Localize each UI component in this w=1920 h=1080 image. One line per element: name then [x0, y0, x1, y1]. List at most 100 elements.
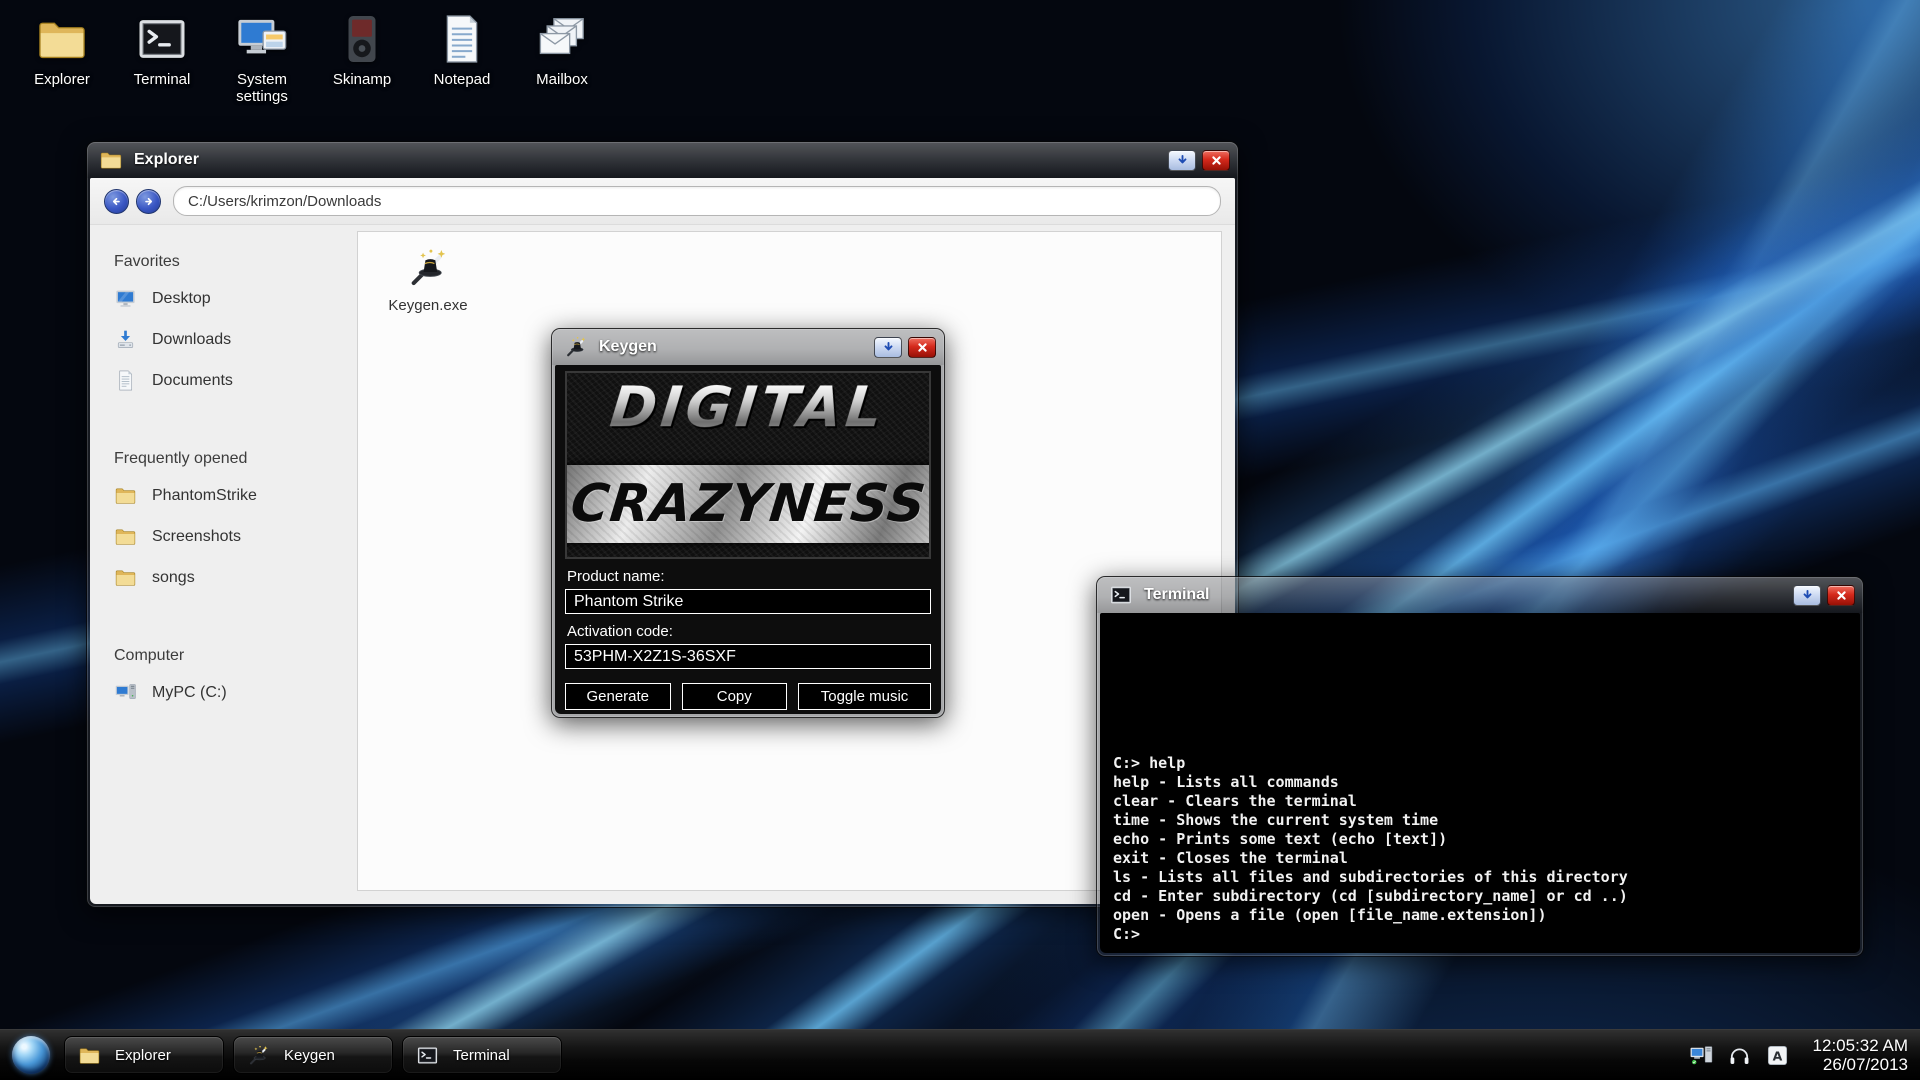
minimize-button[interactable] — [874, 337, 902, 358]
keygen-logo-banner: CRAZYNESS — [565, 465, 931, 543]
keygen-button-toggle-music[interactable]: Toggle music — [798, 683, 931, 710]
system-tray: 12:05:32 AM 26/07/2013 — [1676, 1036, 1908, 1074]
sidebar-computer-list: MyPC (C:) — [114, 681, 357, 704]
address-bar[interactable] — [173, 186, 1221, 216]
terminal-line: echo - Prints some text (echo [text]) — [1113, 830, 1847, 849]
desktop-icon-terminal[interactable]: Terminal — [112, 12, 212, 105]
notepad-icon — [435, 12, 489, 66]
terminal-line: ls - Lists all files and subdirectories … — [1113, 868, 1847, 887]
desktop-icon-notepad[interactable]: Notepad — [412, 12, 512, 105]
sidebar-item-screenshots[interactable]: Screenshots — [114, 525, 357, 548]
file-item-label: Keygen.exe — [388, 297, 467, 314]
sidebar-item-desktop[interactable]: Desktop — [114, 287, 357, 310]
keygen-button-generate[interactable]: Generate — [565, 683, 671, 710]
keygen-button-copy[interactable]: Copy — [682, 683, 788, 710]
sidebar-item-label: songs — [152, 569, 195, 587]
network-computer-icon[interactable] — [1689, 1043, 1714, 1068]
start-orb-icon[interactable] — [12, 1036, 50, 1074]
close-icon — [1209, 153, 1224, 168]
desktop-icon-explorer[interactable]: Explorer — [12, 12, 112, 105]
sidebar-item-label: MyPC (C:) — [152, 684, 227, 702]
terminal-icon — [1109, 583, 1133, 607]
computer-icon — [114, 681, 137, 704]
minimize-button[interactable] — [1793, 585, 1821, 606]
sidebar-favorites-list: Desktop Downloads Documents — [114, 287, 357, 392]
sidebar-item-label: Desktop — [152, 290, 211, 308]
terminal-line: C:> — [1113, 925, 1847, 944]
terminal-output[interactable]: C:> helphelp - Lists all commandsclear -… — [1100, 613, 1860, 953]
desktop-icon-label: Explorer — [34, 71, 90, 88]
taskbar-button-label: Terminal — [453, 1047, 510, 1064]
sidebar-item-phantomstrike[interactable]: PhantomStrike — [114, 484, 357, 507]
downloads-icon — [114, 328, 137, 351]
terminal-window: Terminal C:> helphelp - Lists all comman… — [1096, 576, 1864, 957]
desktop-icon-skinamp[interactable]: Skinamp — [312, 12, 412, 105]
file-item-keygen-exe[interactable]: Keygen.exe — [380, 246, 476, 314]
desktop-icon-label: Mailbox — [536, 71, 588, 88]
taskbar: Explorer Keygen Terminal 12:05:32 AM 26/… — [0, 1029, 1920, 1080]
document-icon — [114, 369, 137, 392]
keygen-logo-line2: CRAZYNESS — [567, 474, 928, 534]
terminal-icon — [135, 12, 189, 66]
taskbar-button-label: Keygen — [284, 1047, 335, 1064]
product-name-field[interactable] — [565, 589, 931, 614]
taskbar-clock: 12:05:32 AM 26/07/2013 — [1804, 1036, 1908, 1074]
terminal-line: exit - Closes the terminal — [1113, 849, 1847, 868]
activation-code-field[interactable] — [565, 644, 931, 669]
taskbar-button-label: Explorer — [115, 1047, 171, 1064]
sidebar-section-header-computer: Computer — [114, 647, 357, 665]
terminal-line: C:> help — [1113, 754, 1847, 773]
taskbar-button-explorer[interactable]: Explorer — [64, 1036, 224, 1074]
explorer-window-title: Explorer — [134, 151, 1162, 169]
close-button[interactable] — [1202, 150, 1230, 171]
explorer-titlebar[interactable]: Explorer — [87, 142, 1238, 178]
folder-icon — [99, 148, 123, 172]
sidebar-item-mypc-c[interactable]: MyPC (C:) — [114, 681, 357, 704]
clock-time: 12:05:32 AM — [1804, 1036, 1908, 1055]
desktop-icon-label: System settings — [212, 71, 312, 105]
terminal-titlebar[interactable]: Terminal — [1097, 577, 1863, 613]
desktop-icon-mailbox[interactable]: Mailbox — [512, 12, 612, 105]
input-language-icon[interactable] — [1765, 1043, 1790, 1068]
clock-date: 26/07/2013 — [1804, 1055, 1908, 1074]
sidebar-item-downloads[interactable]: Downloads — [114, 328, 357, 351]
desktop-icon-system-settings[interactable]: System settings — [212, 12, 312, 105]
product-name-label: Product name: — [567, 568, 929, 585]
tray-icon-group — [1676, 1043, 1790, 1068]
mailbox-icon — [535, 12, 589, 66]
folder-icon — [114, 525, 137, 548]
terminal-line: time - Shows the current system time — [1113, 811, 1847, 830]
sidebar-item-label: Documents — [152, 372, 233, 390]
close-button[interactable] — [1827, 585, 1855, 606]
sidebar-item-songs[interactable]: songs — [114, 566, 357, 589]
keygen-titlebar[interactable]: Keygen — [552, 329, 944, 365]
system-settings-icon — [235, 12, 289, 66]
sidebar-section-header-frequent: Frequently opened — [114, 450, 357, 468]
terminal-line: clear - Clears the terminal — [1113, 792, 1847, 811]
keygen-wand-icon — [406, 246, 450, 290]
sidebar-item-documents[interactable]: Documents — [114, 369, 357, 392]
keygen-logo: DIGITAL CRAZYNESS — [565, 371, 931, 559]
close-button[interactable] — [908, 337, 936, 358]
forward-button[interactable] — [136, 189, 161, 214]
terminal-line: open - Opens a file (open [file_name.ext… — [1113, 906, 1847, 925]
minimize-icon — [1175, 153, 1190, 168]
folder-icon — [35, 12, 89, 66]
headphones-icon[interactable] — [1727, 1043, 1752, 1068]
close-icon — [1834, 588, 1849, 603]
terminal-line: cd - Enter subdirectory (cd [subdirector… — [1113, 887, 1847, 906]
desktop-icon-label: Terminal — [134, 71, 191, 88]
explorer-toolbar — [90, 178, 1235, 225]
back-button[interactable] — [104, 189, 129, 214]
explorer-sidebar: Favorites Desktop Downloads Document — [90, 225, 357, 904]
minimize-button[interactable] — [1168, 150, 1196, 171]
music-player-icon — [335, 12, 389, 66]
folder-icon — [114, 484, 137, 507]
sidebar-item-label: PhantomStrike — [152, 487, 257, 505]
minimize-icon — [881, 340, 896, 355]
folder-icon — [114, 566, 137, 589]
taskbar-button-terminal[interactable]: Terminal — [402, 1036, 562, 1074]
taskbar-buttons: Explorer Keygen Terminal — [64, 1036, 571, 1074]
taskbar-button-keygen[interactable]: Keygen — [233, 1036, 393, 1074]
sidebar-section-header-favorites: Favorites — [114, 253, 357, 271]
